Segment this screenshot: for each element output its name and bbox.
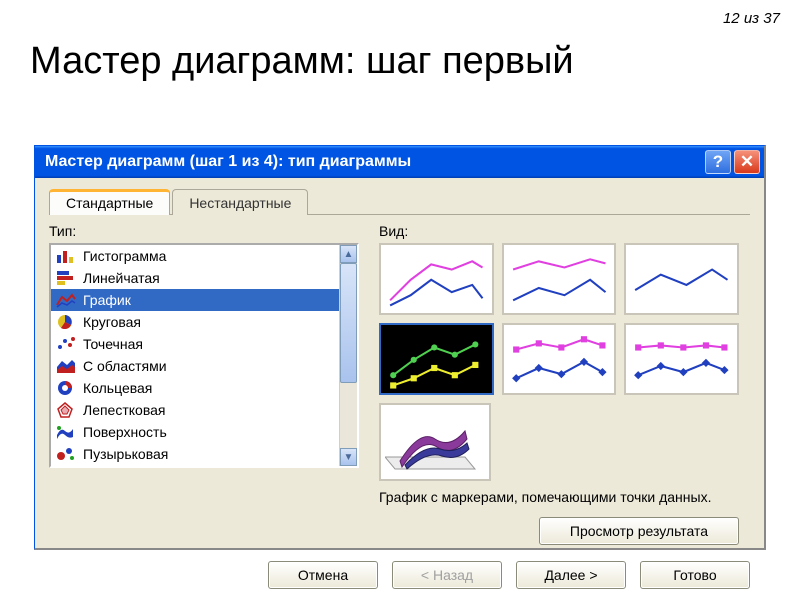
finish-button[interactable]: Готово [640,561,750,589]
line-markers-icon [630,329,733,391]
subtype-line-100[interactable] [624,243,739,315]
chart-type-item[interactable]: Гистограмма [51,245,357,267]
subtype-line-markers[interactable] [379,323,494,395]
close-icon: ✕ [740,152,754,172]
scroll-thumb[interactable] [340,263,357,383]
tab-custom[interactable]: Нестандартные [172,189,308,215]
view-label: Вид: [379,223,750,239]
line-markers-icon [508,329,611,391]
type-label: Тип: [49,223,359,239]
cancel-button[interactable]: Отмена [268,561,378,589]
preview-button[interactable]: Просмотр результата [539,517,739,545]
wizard-button-row: Отмена < Назад Далее > Готово [49,561,750,589]
chart-type-label: Точечная [83,336,143,352]
line-3d-icon [385,409,485,479]
help-button[interactable]: ? [705,150,731,174]
scroll-up-button[interactable]: ▲ [340,245,357,263]
line-chart-icon [508,249,611,311]
chart-type-item[interactable]: С областями [51,355,357,377]
line-markers-icon [385,329,488,391]
chart-type-item[interactable]: Пузырьковая [51,443,357,465]
subtype-line-markers-100[interactable] [624,323,739,395]
subtype-line-markers-stacked[interactable] [502,323,617,395]
line-icon [55,291,77,309]
bubble-icon [55,445,77,463]
tab-standard[interactable]: Стандартные [49,189,170,215]
line-chart-icon [385,249,488,311]
titlebar: Мастер диаграмм (шаг 1 из 4): тип диагра… [35,146,764,178]
area-icon [55,357,77,375]
radar-icon [55,401,77,419]
chart-type-item[interactable]: Точечная [51,333,357,355]
chart-type-label: Гистограмма [83,248,166,264]
chart-type-list[interactable]: Гистограмма Линейчатая График Круговая Точеч… [49,243,359,468]
subtype-line-plain[interactable] [379,243,494,315]
chart-type-label: Поверхность [83,424,167,440]
back-button[interactable]: < Назад [392,561,502,589]
scatter-icon [55,335,77,353]
chart-type-label: Лепестковая [83,402,165,418]
dialog-title: Мастер диаграмм (шаг 1 из 4): тип диагра… [45,153,702,171]
surface-icon [55,423,77,441]
subtype-line-stacked[interactable] [502,243,617,315]
close-button[interactable]: ✕ [734,150,760,174]
tab-bar: Стандартные Нестандартные [49,188,750,215]
subtype-description: График с маркерами, помечающими точки да… [379,489,729,507]
histogram-icon [55,247,77,265]
chart-type-label: График [83,292,131,308]
chart-type-label: Кольцевая [83,380,152,396]
line-chart-icon [630,249,733,311]
chart-type-label: Пузырьковая [83,446,168,462]
chart-type-label: Круговая [83,314,141,330]
chart-type-label: С областями [83,358,167,374]
donut-icon [55,379,77,397]
chart-type-item[interactable]: Круговая [51,311,357,333]
chart-subtype-grid [379,243,739,395]
chart-type-item[interactable]: Линейчатая [51,267,357,289]
slide-title: Мастер диаграмм: шаг первый [30,40,574,83]
subtype-line-3d[interactable] [379,403,491,481]
pie-icon [55,313,77,331]
bar-icon [55,269,77,287]
chart-type-item[interactable]: Кольцевая [51,377,357,399]
chart-type-label: Линейчатая [83,270,160,286]
scrollbar[interactable]: ▲ ▼ [339,245,357,466]
dialog-body: Стандартные Нестандартные Тип: Гистограм… [35,178,764,599]
page-indicator: 12 из 37 [723,10,780,27]
chart-type-item[interactable]: График [51,289,357,311]
chart-type-item[interactable]: Поверхность [51,421,357,443]
scroll-down-button[interactable]: ▼ [340,448,357,466]
next-button[interactable]: Далее > [516,561,626,589]
chart-wizard-dialog: Мастер диаграмм (шаг 1 из 4): тип диагра… [34,145,766,550]
chart-type-item[interactable]: Лепестковая [51,399,357,421]
